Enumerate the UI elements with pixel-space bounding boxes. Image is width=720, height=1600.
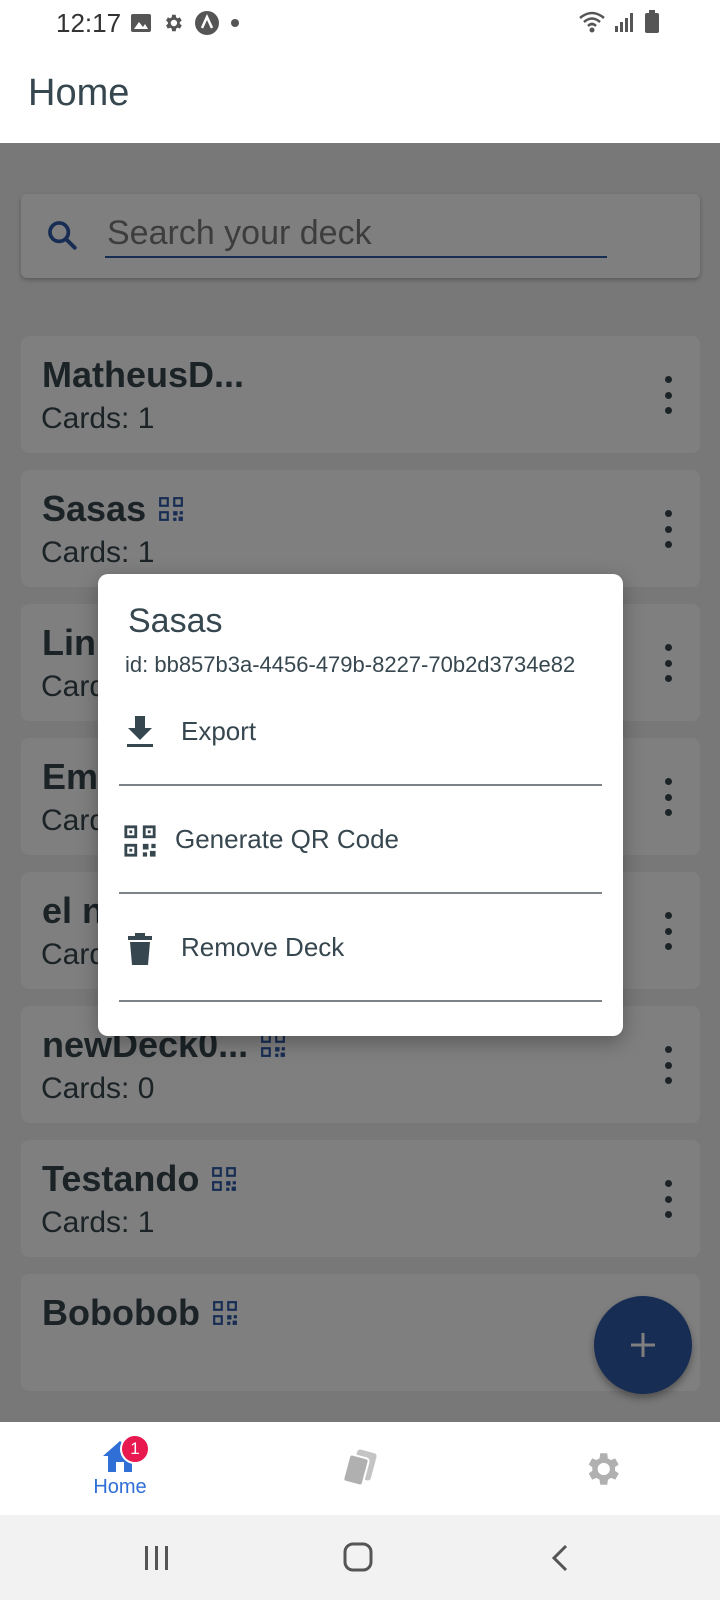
bottom-navigation: 1 Home: [0, 1422, 720, 1515]
nav-settings[interactable]: [542, 1422, 662, 1515]
dot-icon: [231, 19, 239, 27]
cards-icon: [342, 1449, 377, 1486]
generate-qr-option[interactable]: Generate QR Code: [119, 786, 602, 894]
recent-apps-icon[interactable]: [142, 1543, 172, 1573]
nav-cards[interactable]: [300, 1422, 420, 1515]
export-label: Export: [181, 716, 257, 746]
status-bar: 12:17: [0, 0, 720, 48]
app-bar: Home: [0, 48, 720, 143]
generate-qr-label: Generate QR Code: [175, 824, 400, 854]
status-notification-icons: [130, 10, 240, 36]
download-icon: [127, 716, 153, 747]
dialog-title: Sasas: [128, 602, 223, 640]
page-title: Home: [28, 72, 130, 114]
notification-badge: 1: [120, 1434, 150, 1464]
system-navigation-bar: [0, 1515, 720, 1600]
remove-deck-label: Remove Deck: [181, 932, 345, 962]
status-time: 12:17: [56, 8, 122, 38]
export-option[interactable]: Export: [119, 678, 602, 786]
settings-gear-icon: [588, 1452, 619, 1485]
back-icon[interactable]: [548, 1543, 572, 1573]
trash-icon: [128, 933, 152, 965]
gear-icon: [166, 14, 182, 32]
app-notification-icon: [195, 11, 219, 35]
home-button-icon[interactable]: [342, 1541, 374, 1573]
qr-code-icon: [124, 825, 156, 857]
deck-id-text: id: bb857b3a-4456-479b-8227-70b2d3734e82: [125, 652, 576, 677]
status-system-icons: [578, 10, 660, 34]
nav-home[interactable]: 1 Home: [60, 1422, 180, 1515]
remove-deck-option[interactable]: Remove Deck: [119, 894, 602, 1002]
image-icon: [131, 14, 151, 32]
signal-icon: [615, 13, 633, 32]
nav-home-label: Home: [93, 1476, 147, 1498]
battery-icon: [645, 10, 659, 33]
wifi-icon: [579, 11, 605, 33]
